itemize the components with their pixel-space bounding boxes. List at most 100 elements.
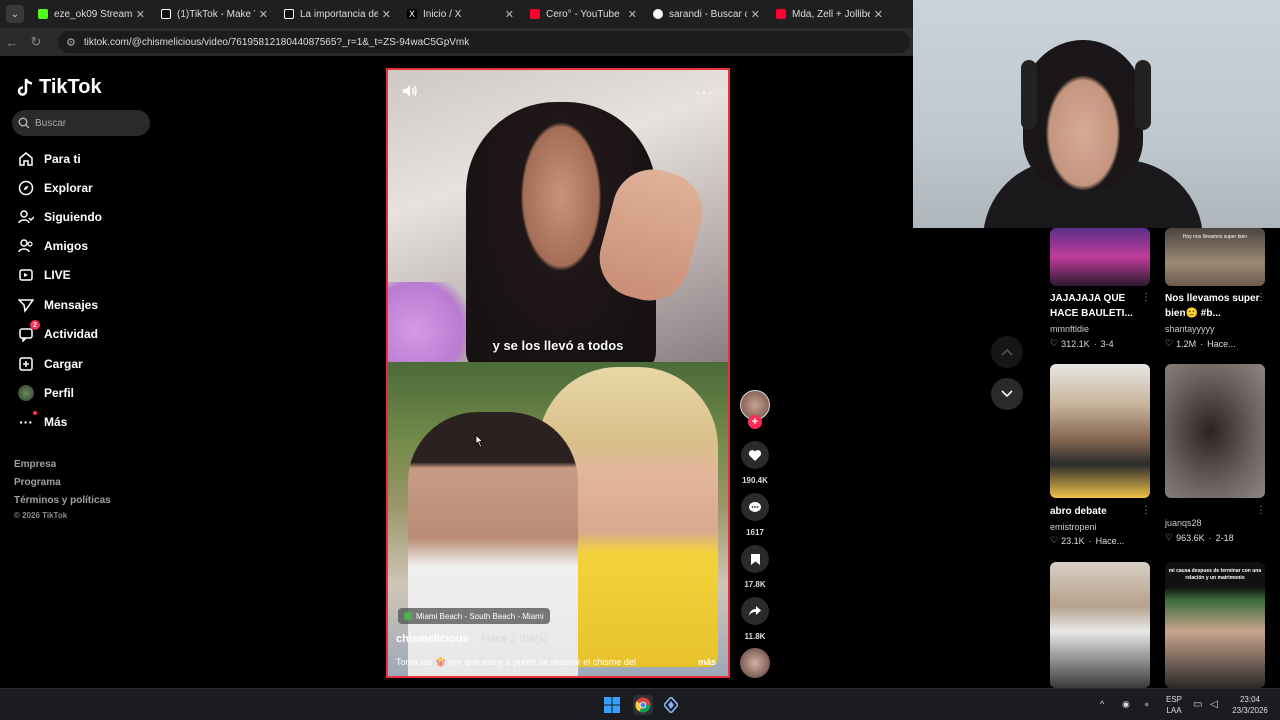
- nav-perfil[interactable]: Perfil: [17, 384, 74, 402]
- nav-label: Cargar: [44, 357, 83, 371]
- app-taskbar-icon[interactable]: [662, 696, 680, 714]
- card-stats: ♡ 312.1K · 3-4: [1050, 338, 1114, 349]
- site-info-icon[interactable]: ⚙: [66, 36, 76, 49]
- video-options-icon[interactable]: ···: [695, 84, 714, 102]
- nav-label: Para ti: [44, 152, 81, 166]
- chrome-taskbar-icon[interactable]: [633, 695, 653, 715]
- video-thumbnail[interactable]: [1050, 364, 1150, 498]
- description-more-button[interactable]: más: [698, 657, 716, 667]
- back-icon[interactable]: ←: [0, 30, 24, 54]
- like-button[interactable]: [741, 441, 769, 469]
- upload-icon: [17, 355, 35, 373]
- kick-icon: [38, 9, 48, 19]
- nav-label: LIVE: [44, 268, 71, 282]
- tab-label: sarandi - Buscar con: [669, 8, 747, 20]
- card-user[interactable]: emistropeni: [1050, 522, 1097, 532]
- language-indicator[interactable]: ESP LAA: [1166, 694, 1182, 716]
- discord-tray-icon[interactable]: ◉: [1122, 699, 1130, 710]
- next-video-button[interactable]: [991, 378, 1023, 410]
- card-more-icon[interactable]: ⋮: [1256, 505, 1266, 516]
- profile-avatar: [17, 384, 35, 402]
- comment-icon: [749, 501, 761, 512]
- live-icon: [17, 266, 35, 284]
- nav-mensajes[interactable]: Mensajes: [17, 296, 98, 314]
- nav-actividad[interactable]: 2 Actividad: [17, 320, 99, 343]
- card-more-icon[interactable]: ⋮: [1256, 292, 1266, 303]
- card-user[interactable]: shantayyyyy: [1165, 324, 1215, 334]
- close-tab-icon[interactable]: ✕: [259, 8, 268, 21]
- video-thumbnail[interactable]: [1165, 364, 1265, 498]
- card-title[interactable]: abro debate: [1050, 504, 1155, 519]
- nav-siguiendo[interactable]: Siguiendo: [17, 208, 102, 226]
- heart-outline-icon: ♡: [1050, 535, 1059, 545]
- network-icon[interactable]: ▭: [1193, 699, 1202, 710]
- speaker-icon[interactable]: ◁: [1210, 699, 1218, 710]
- card-stats: ♡ 1.2M · Hace...: [1165, 338, 1236, 349]
- nav-explorar[interactable]: Explorar: [17, 179, 93, 197]
- close-tab-icon[interactable]: ✕: [751, 8, 760, 21]
- card-user[interactable]: mmnftldie: [1050, 324, 1089, 334]
- card-more-icon[interactable]: ⋮: [1141, 292, 1151, 303]
- browser-tab[interactable]: X Inicio / X ✕: [399, 0, 522, 28]
- tiktok-logo[interactable]: TikTok: [17, 76, 102, 99]
- video-thumbnail[interactable]: Hoy nos llevamos super bien: [1165, 228, 1265, 286]
- tray-chevron-icon[interactable]: ^: [1100, 699, 1104, 710]
- footer-link-programa[interactable]: Programa: [14, 477, 61, 488]
- location-pill[interactable]: Miami Beach - South Beach - Miami: [398, 608, 550, 624]
- video-thumbnail[interactable]: [1050, 562, 1150, 688]
- following-icon: [17, 208, 35, 226]
- compass-icon: [17, 179, 35, 197]
- close-tab-icon[interactable]: ✕: [136, 8, 145, 21]
- tab-search-button[interactable]: ⌄: [6, 5, 24, 23]
- thumbnail-overlay-text: Hoy nos llevamos super bien: [1182, 234, 1248, 240]
- clock[interactable]: 23:04 23/3/2026: [1230, 694, 1270, 716]
- card-stats: ♡ 23.1K · Hace...: [1050, 535, 1125, 546]
- card-title[interactable]: JAJAJAJA QUE HACE BAULETI...: [1050, 291, 1155, 321]
- footer-link-terminos[interactable]: Términos y políticas: [14, 495, 111, 506]
- video-thumbnail[interactable]: mi causa despues de terminar con una rel…: [1165, 562, 1265, 688]
- follow-plus-icon[interactable]: +: [748, 415, 762, 429]
- url-field[interactable]: ⚙ tiktok.com/@chismelicious/video/761958…: [58, 31, 910, 53]
- video-description: Toma tus 🍿 por que estoy a punto de resu…: [396, 657, 636, 667]
- music-disc-avatar[interactable]: [740, 648, 770, 678]
- nav-amigos[interactable]: Amigos: [17, 237, 88, 255]
- video-thumbnail[interactable]: [1050, 228, 1150, 286]
- browser-tab[interactable]: Mda, Zell + Jollibee ( ✕: [768, 0, 891, 28]
- close-tab-icon[interactable]: ✕: [505, 8, 514, 21]
- tiktok-note-icon: [17, 78, 33, 96]
- tab-label: Mda, Zell + Jollibee (: [792, 8, 870, 20]
- close-tab-icon[interactable]: ✕: [874, 8, 883, 21]
- close-tab-icon[interactable]: ✕: [382, 8, 391, 21]
- nav-label: Siguiendo: [44, 210, 102, 224]
- save-button[interactable]: [741, 545, 769, 573]
- close-tab-icon[interactable]: ✕: [628, 8, 637, 21]
- reload-icon[interactable]: ↻: [24, 30, 48, 54]
- video-player[interactable]: y se los llevó a todos ··· Miami Beach -…: [386, 68, 730, 678]
- card-user[interactable]: juanqs28: [1165, 518, 1202, 528]
- nav-label: Actividad: [44, 327, 99, 341]
- share-button[interactable]: [741, 597, 769, 625]
- nav-live[interactable]: LIVE: [17, 266, 71, 284]
- windows-start-icon[interactable]: [603, 696, 621, 714]
- mic-tray-icon[interactable]: ●: [1144, 699, 1149, 710]
- card-title[interactable]: Nos llevamos super bien🙂 #b...: [1165, 291, 1270, 321]
- browser-tab[interactable]: sarandi - Buscar con ✕: [645, 0, 768, 28]
- nav-mas[interactable]: ··· Más: [17, 411, 67, 431]
- bookmark-icon: [750, 553, 760, 565]
- volume-icon[interactable]: [402, 84, 418, 98]
- browser-tab[interactable]: (1)TikTok - Make You ✕: [153, 0, 276, 28]
- author-name[interactable]: chismelicious: [396, 633, 469, 645]
- share-count: 11.8K: [744, 632, 766, 641]
- windows-taskbar: ^ ◉ ● ESP LAA ▭ ◁ 23:04 23/3/2026: [0, 688, 1280, 720]
- previous-video-button[interactable]: [991, 336, 1023, 368]
- footer-link-empresa[interactable]: Empresa: [14, 459, 56, 470]
- nav-para-ti[interactable]: Para ti: [17, 150, 81, 168]
- browser-tab[interactable]: Cero° - YouTube ✕: [522, 0, 645, 28]
- search-input[interactable]: Buscar: [12, 110, 150, 136]
- browser-tab[interactable]: eze_ok09 Stream - W ✕: [30, 0, 153, 28]
- comment-button[interactable]: [741, 493, 769, 521]
- browser-tab[interactable]: La importancia de la ✕: [276, 0, 399, 28]
- clock-time: 23:04: [1239, 695, 1261, 704]
- card-more-icon[interactable]: ⋮: [1141, 505, 1151, 516]
- nav-cargar[interactable]: Cargar: [17, 355, 83, 373]
